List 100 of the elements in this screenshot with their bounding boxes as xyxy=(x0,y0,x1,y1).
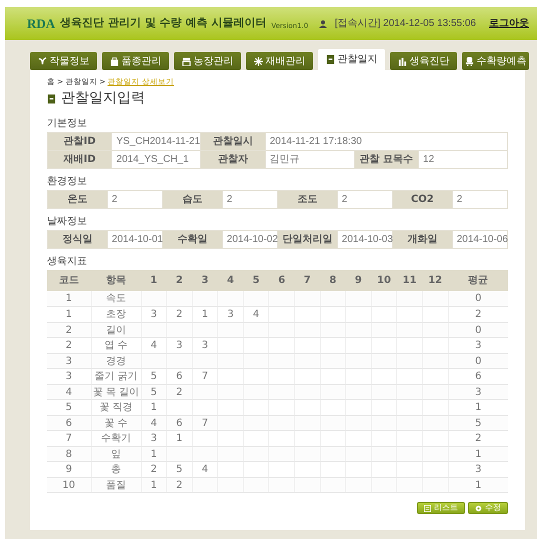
table-cell: 0 xyxy=(448,291,508,307)
table-cell: 6 xyxy=(166,368,192,384)
table-cell: 초장 xyxy=(91,306,141,322)
table-cell: 7 xyxy=(192,368,218,384)
table-cell: 4 xyxy=(47,384,91,400)
column-header: 1 xyxy=(141,270,167,292)
table-cell: 1 xyxy=(141,400,167,416)
table-cell: 3 xyxy=(218,306,244,322)
table-cell: 3 xyxy=(47,368,91,384)
nav-tab[interactable]: 재배관리 xyxy=(246,52,313,70)
table-cell: 0 xyxy=(448,322,508,338)
nav-tab[interactable]: 생육진단 xyxy=(390,52,457,70)
table-cell: 3 xyxy=(448,384,508,400)
table-cell: 꽃 목 길이 xyxy=(91,384,141,400)
field-label: 관찰일시 xyxy=(200,132,266,151)
page-title: 관찰일지입력 xyxy=(61,89,145,108)
table-cell: 2 xyxy=(166,384,192,400)
table-cell: 꽃 수 xyxy=(91,415,141,431)
field-value: 2014-10-01 xyxy=(107,230,162,249)
table-cell: 3 xyxy=(166,338,192,354)
field-label: 개화일 xyxy=(392,230,452,249)
gear-icon xyxy=(475,504,482,512)
user-icon xyxy=(318,20,327,28)
section-title: 기본정보 xyxy=(47,118,87,130)
table-cell: 2 xyxy=(47,338,91,354)
logout-link[interactable]: 로그아웃 xyxy=(489,16,529,31)
table-cell: 1 xyxy=(448,477,508,493)
field-value: 2014_YS_CH_1 xyxy=(112,150,201,169)
list-icon xyxy=(424,504,431,512)
nav-tab[interactable]: 농장관리 xyxy=(174,52,241,70)
table-cell: 엽 수 xyxy=(91,338,141,354)
table-cell: 2 xyxy=(141,462,167,478)
column-header: 7 xyxy=(294,270,320,292)
field-value: 2014-11-21 17:18:30 xyxy=(265,132,508,151)
field-label: 조도 xyxy=(277,190,338,209)
table-cell: 2 xyxy=(166,306,192,322)
column-header: 11 xyxy=(396,270,422,292)
table-cell: 3 xyxy=(192,338,218,354)
login-time: [접속시간] 2014-12-05 13:55:06 xyxy=(334,17,476,31)
field-value: 12 xyxy=(418,150,508,169)
column-header: 6 xyxy=(268,270,294,292)
table-cell: 5 xyxy=(141,384,167,400)
app-title: 생육진단 관리기 및 수량 예측 시뮬레이터 xyxy=(60,15,266,32)
field-value: 2 xyxy=(337,190,392,209)
table-cell: 4 xyxy=(192,462,218,478)
table-cell: 7 xyxy=(47,430,91,446)
table-cell: 잎 xyxy=(91,446,141,462)
table-cell: 0 xyxy=(448,353,508,369)
table-cell: 1 xyxy=(192,306,218,322)
table-cell: 1 xyxy=(166,430,192,446)
table-cell: 2 xyxy=(47,322,91,338)
field-label: 온도 xyxy=(48,190,108,209)
storefront-icon xyxy=(182,56,190,66)
table-cell: 1 xyxy=(448,446,508,462)
table-cell: 4 xyxy=(141,338,167,354)
field-value: 김민규 xyxy=(265,150,354,169)
nav-tab[interactable]: 품종관리 xyxy=(102,52,169,70)
table-cell: 3 xyxy=(448,338,508,354)
table-cell: 5 xyxy=(166,462,192,478)
table-cell: 1 xyxy=(141,477,167,493)
table-cell: 6 xyxy=(166,415,192,431)
section-title: 생육지표 xyxy=(47,256,87,268)
field-value: 2014-10-06 xyxy=(452,230,508,249)
table-cell: 1 xyxy=(448,400,508,416)
table-cell: 속도 xyxy=(91,291,141,307)
table-cell: 4 xyxy=(243,306,269,322)
table-cell: 1 xyxy=(47,306,91,322)
table-cell: 3 xyxy=(47,353,91,369)
field-label: 관찰ID xyxy=(48,132,112,151)
column-header: 평균 xyxy=(448,270,508,292)
column-header: 8 xyxy=(320,270,346,292)
column-header: 항목 xyxy=(91,270,141,292)
table-cell: 1 xyxy=(47,291,91,307)
bar-chart-icon xyxy=(398,56,406,66)
table-cell: 1 xyxy=(141,446,167,462)
table-cell: 6 xyxy=(47,415,91,431)
nav-tab[interactable]: 관찰일지 xyxy=(318,49,385,70)
field-label: CO2 xyxy=(392,190,452,209)
field-label: 단일처리일 xyxy=(277,230,338,249)
nav-tab[interactable]: 수확량예측 xyxy=(462,52,529,70)
table-cell: 6 xyxy=(448,368,508,384)
table-cell: 3 xyxy=(141,306,167,322)
field-value: 2 xyxy=(107,190,162,209)
table-cell: 8 xyxy=(47,446,91,462)
table-cell: 5 xyxy=(448,415,508,431)
section-title: 날짜정보 xyxy=(47,216,87,228)
column-header: 5 xyxy=(243,270,269,292)
column-header: 10 xyxy=(371,270,397,292)
field-value: 2 xyxy=(222,190,278,209)
table-cell: 9 xyxy=(47,462,91,478)
field-value: 2014-10-03 xyxy=(337,230,392,249)
field-value: 2 xyxy=(452,190,508,209)
table-cell: 5 xyxy=(47,400,91,416)
table-cell: 5 xyxy=(141,368,167,384)
column-header: 2 xyxy=(166,270,192,292)
field-label: 수확일 xyxy=(162,230,222,249)
table-cell: 3 xyxy=(448,462,508,478)
nav-tab[interactable]: 작물정보 xyxy=(30,52,97,70)
table-cell: 경경 xyxy=(91,353,141,369)
section-title: 환경정보 xyxy=(47,176,87,188)
